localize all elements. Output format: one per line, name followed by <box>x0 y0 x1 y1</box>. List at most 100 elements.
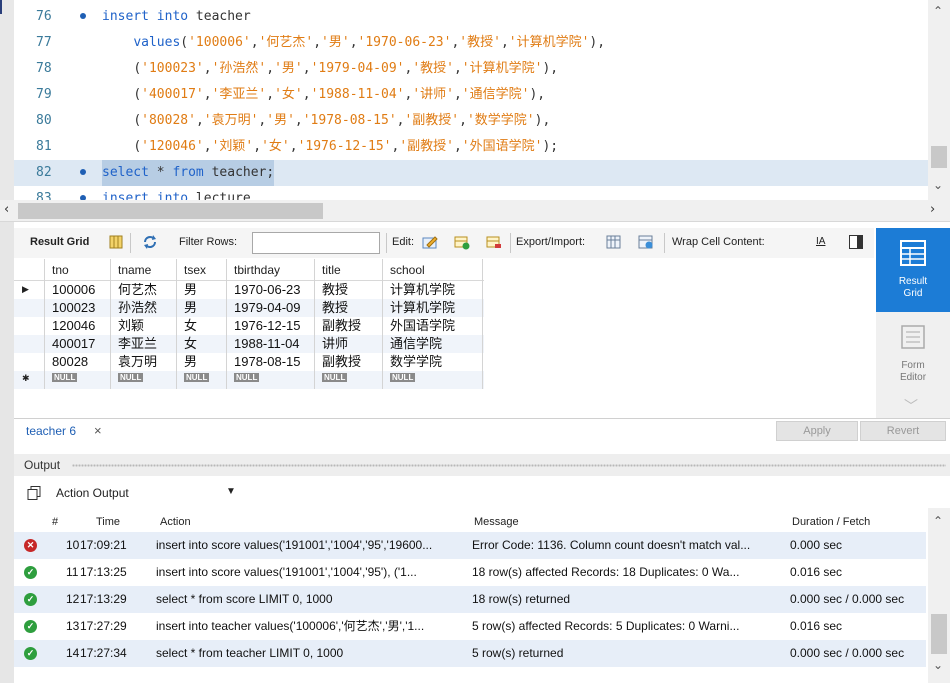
output-column-header[interactable]: Action <box>160 516 191 528</box>
grid-layout-icon[interactable] <box>108 234 124 250</box>
code-line[interactable]: 81 ('120046','刘颖','女','1976-12-15','副教授'… <box>14 134 928 160</box>
code-line[interactable]: 78 ('100023','孙浩然','男','1979-04-09','教授'… <box>14 56 928 82</box>
revert-button[interactable]: Revert <box>860 421 946 441</box>
output-column-header[interactable]: Message <box>474 516 519 528</box>
table-cell[interactable]: 何艺杰 <box>118 281 157 299</box>
table-cell[interactable]: 1978-08-15 <box>234 353 301 371</box>
table-cell[interactable]: 计算机学院 <box>390 299 455 317</box>
table-cell[interactable]: 1970-06-23 <box>234 281 301 299</box>
copy-icon[interactable] <box>26 485 42 501</box>
null-cell[interactable]: NULL <box>118 371 144 389</box>
delete-row-icon[interactable] <box>486 234 502 250</box>
table-cell[interactable]: 女 <box>184 335 197 353</box>
column-header-tsex[interactable]: tsex <box>184 259 206 281</box>
wrap-cell-icon[interactable]: IA <box>816 236 825 247</box>
scroll-down-icon[interactable]: ⌄ <box>933 658 943 672</box>
table-cell[interactable]: 通信学院 <box>390 335 442 353</box>
table-cell[interactable]: 男 <box>184 281 197 299</box>
column-header-title[interactable]: title <box>322 259 341 281</box>
output-row[interactable]: ✕ 10 17:09:21 insert into score values('191… <box>14 532 926 559</box>
table-cell[interactable]: 1976-12-15 <box>234 317 301 335</box>
code-text[interactable]: ('80028','袁万明','男','1978-08-15','副教授','数… <box>102 108 550 134</box>
output-column-header[interactable]: Time <box>96 516 120 528</box>
result-grid-label[interactable]: Result Grid <box>30 236 89 248</box>
null-cell[interactable]: NULL <box>234 371 260 389</box>
output-row[interactable]: ✓ 14 17:27:34 select * from teacher LIMIT 0… <box>14 640 926 667</box>
horizontal-scroll-thumb[interactable] <box>18 203 323 219</box>
table-cell[interactable]: 80028 <box>52 353 88 371</box>
column-header-school[interactable]: school <box>390 259 425 281</box>
code-text[interactable]: select * from teacher; <box>102 160 275 186</box>
table-cell[interactable]: 男 <box>184 353 197 371</box>
export-icon[interactable] <box>606 234 622 250</box>
table-cell[interactable]: 孙浩然 <box>118 299 157 317</box>
code-text[interactable]: insert into lecture <box>102 186 251 200</box>
table-cell[interactable]: 副教授 <box>322 353 361 371</box>
table-row[interactable]: ▶ 100006 何艺杰 男 1970-06-23 教授 计算机学院 <box>14 281 484 299</box>
table-cell[interactable]: 男 <box>184 299 197 317</box>
scroll-right-icon[interactable]: › <box>930 202 935 217</box>
toggle-panel-icon[interactable] <box>848 234 864 250</box>
table-cell[interactable]: 教授 <box>322 281 348 299</box>
code-text[interactable]: ('400017','李亚兰','女','1988-11-04','讲师','通… <box>102 82 545 108</box>
scroll-down-icon[interactable]: ⌄ <box>933 178 943 192</box>
apply-button[interactable]: Apply <box>776 421 858 441</box>
refresh-icon[interactable] <box>142 234 158 250</box>
output-vertical-scrollbar[interactable]: ⌃ ⌄ <box>928 508 950 683</box>
chevron-down-icon[interactable]: ﹀ <box>904 396 922 415</box>
output-row[interactable]: ✓ 13 17:27:29 insert into teacher values('1… <box>14 613 926 640</box>
null-cell[interactable]: NULL <box>390 371 416 389</box>
new-row[interactable]: ✱ NULL NULL NULL NULL NULL NULL <box>14 371 484 389</box>
result-grid-side-button[interactable]: Result Grid <box>876 228 950 312</box>
code-line[interactable]: 83 insert into lecture <box>14 186 928 200</box>
table-row[interactable]: 100023 孙浩然 男 1979-04-09 教授 计算机学院 <box>14 299 484 317</box>
table-row[interactable]: 80028 袁万明 男 1978-08-15 副教授 数学学院 <box>14 353 484 371</box>
code-text[interactable]: insert into teacher <box>102 4 251 30</box>
table-cell[interactable]: 1988-11-04 <box>234 335 300 353</box>
table-cell[interactable]: 李亚兰 <box>118 335 157 353</box>
null-cell[interactable]: NULL <box>52 371 78 389</box>
editor-horizontal-scrollbar[interactable]: ‹ › <box>0 200 950 222</box>
table-cell[interactable]: 100023 <box>52 299 95 317</box>
table-cell[interactable]: 教授 <box>322 299 348 317</box>
table-cell[interactable]: 400017 <box>52 335 95 353</box>
table-cell[interactable]: 袁万明 <box>118 353 157 371</box>
table-row[interactable]: 400017 李亚兰 女 1988-11-04 讲师 通信学院 <box>14 335 484 353</box>
code-text[interactable]: ('100023','孙浩然','男','1979-04-09','教授','计… <box>102 56 558 82</box>
code-line[interactable]: 76 insert into teacher <box>14 4 928 30</box>
code-line[interactable]: 77 values('100006','何艺杰','男','1970-06-23… <box>14 30 928 56</box>
column-header-tname[interactable]: tname <box>118 259 151 281</box>
output-scroll-thumb[interactable] <box>931 614 947 654</box>
table-cell[interactable]: 副教授 <box>322 317 361 335</box>
table-cell[interactable]: 1979-04-09 <box>234 299 301 317</box>
null-cell[interactable]: NULL <box>322 371 348 389</box>
output-type-select[interactable]: Action Output ▼ <box>14 482 314 504</box>
table-cell[interactable]: 外国语学院 <box>390 317 455 335</box>
scroll-left-icon[interactable]: ‹ <box>4 202 9 217</box>
table-cell[interactable]: 讲师 <box>322 335 348 353</box>
tab-teacher-6[interactable]: teacher 6 <box>26 424 76 438</box>
editor-vertical-scrollbar[interactable]: ⌃ ⌄ <box>928 0 950 200</box>
table-cell[interactable]: 120046 <box>52 317 95 335</box>
add-row-icon[interactable] <box>454 234 470 250</box>
import-icon[interactable] <box>638 234 654 250</box>
scroll-up-icon[interactable]: ⌃ <box>933 514 943 528</box>
edit-row-icon[interactable] <box>422 234 438 250</box>
editor-scroll-thumb[interactable] <box>931 146 947 168</box>
column-header-tno[interactable]: tno <box>52 259 69 281</box>
sql-editor[interactable]: 76 insert into teacher 77 values('100006',… <box>0 0 950 200</box>
table-cell[interactable]: 100006 <box>52 281 95 299</box>
output-column-header[interactable]: Duration / Fetch <box>792 516 870 528</box>
output-drag-handle[interactable] <box>72 464 946 467</box>
table-cell[interactable]: 刘颖 <box>118 317 144 335</box>
table-cell[interactable]: 数学学院 <box>390 353 442 371</box>
code-line[interactable]: 82 select * from teacher; <box>14 160 928 186</box>
scroll-up-icon[interactable]: ⌃ <box>933 4 943 18</box>
output-column-header[interactable]: # <box>52 516 58 528</box>
table-cell[interactable]: 女 <box>184 317 197 335</box>
code-text[interactable]: ('120046','刘颖','女','1976-12-15','副教授','外… <box>102 134 558 160</box>
code-line[interactable]: 79 ('400017','李亚兰','女','1988-11-04','讲师'… <box>14 82 928 108</box>
code-line[interactable]: 80 ('80028','袁万明','男','1978-08-15','副教授'… <box>14 108 928 134</box>
output-row[interactable]: ✓ 12 17:13:29 select * from score LIMIT 0, … <box>14 586 926 613</box>
column-header-tbirthday[interactable]: tbirthday <box>234 259 280 281</box>
